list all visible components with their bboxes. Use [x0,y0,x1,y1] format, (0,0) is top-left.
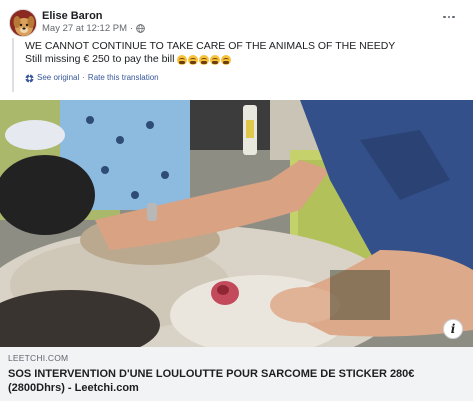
meta-separator: · [130,23,134,34]
translation-row: See original · Rate this translation [25,73,452,83]
see-original-link[interactable]: See original [37,73,79,83]
link-title-line-2: (2800Dhrs) - Leetchi.com [8,382,139,394]
rate-translation-link[interactable]: Rate this translation [88,73,159,83]
link-preview[interactable]: LEETCHI.COM SOS INTERVENTION D'UNE LOULO… [0,347,473,401]
post-timestamp[interactable]: May 27 at 12:12 PM [42,23,127,34]
link-preview-image[interactable]: i [0,100,473,347]
link-title-line-1: SOS INTERVENTION D'UNE LOULOUTTE POUR SA… [8,368,415,380]
author-name[interactable]: Elise Baron [42,10,103,23]
crying-face-icon [221,54,232,65]
crying-face-icon [199,54,210,65]
emoji-row [177,54,232,65]
crying-face-icon [210,54,221,65]
post-text: WE CANNOT CONTINUE TO TAKE CARE OF THE A… [12,38,452,92]
globe-icon [136,24,146,33]
link-title[interactable]: SOS INTERVENTION D'UNE LOULOUTTE POUR SA… [8,367,465,395]
info-icon[interactable]: i [443,319,463,339]
post-header: Elise Baron May 27 at 12:12 PM · [0,0,473,38]
post-text-line-1: WE CANNOT CONTINUE TO TAKE CARE OF THE A… [25,40,396,52]
post-meta: May 27 at 12:12 PM · [42,23,146,34]
crying-face-icon [188,54,199,65]
post-text-line-2: Still missing € 250 to pay the bill [25,53,452,66]
translate-icon [25,73,34,83]
author-avatar[interactable] [9,9,37,37]
link-domain: LEETCHI.COM [8,353,69,363]
translation-separator: · [82,73,85,82]
more-options-icon[interactable] [442,10,456,24]
post-text-line-2-text: Still missing € 250 to pay the bill [25,53,175,65]
crying-face-icon [177,54,188,65]
